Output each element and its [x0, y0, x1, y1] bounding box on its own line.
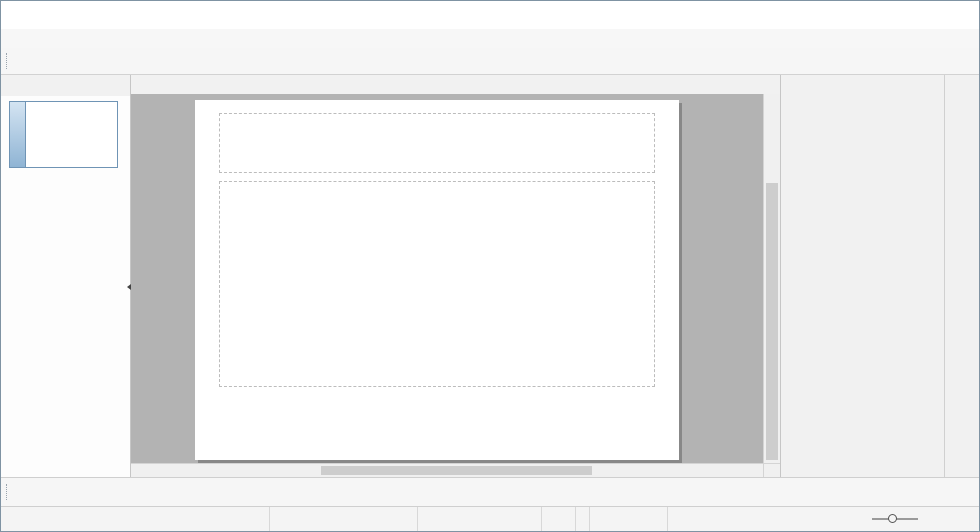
slide-page[interactable]	[195, 100, 679, 460]
horizontal-scroll-thumb[interactable]	[321, 466, 593, 475]
slide-canvas[interactable]	[131, 94, 763, 463]
sidebar-menu-icon[interactable]	[951, 78, 973, 94]
fit-slide-icon	[831, 512, 845, 526]
size-icon	[424, 512, 438, 526]
main-area	[1, 75, 979, 477]
toolbar-grip[interactable]	[6, 53, 10, 69]
body-placeholder[interactable]	[219, 181, 655, 387]
cursor-position-status[interactable]	[269, 507, 417, 531]
slide-number	[10, 102, 25, 167]
position-icon	[276, 512, 290, 526]
zoom-in-icon[interactable]	[923, 512, 933, 526]
object-size-status[interactable]	[417, 507, 541, 531]
slide-thumbnail[interactable]	[9, 101, 118, 168]
scroll-down-icon[interactable]	[763, 464, 780, 477]
close-icon[interactable]	[923, 80, 936, 93]
properties-deck	[781, 75, 945, 477]
titlebar[interactable]	[1, 1, 979, 29]
zoom-slider[interactable]	[855, 507, 935, 531]
slides-panel-header	[1, 75, 130, 96]
fit-slide-button[interactable]	[829, 507, 855, 531]
slide-count-status[interactable]	[589, 507, 667, 531]
close-icon[interactable]	[111, 79, 124, 92]
workspace	[131, 75, 780, 477]
slide-thumbnail-list	[1, 96, 130, 477]
scroll-up-icon[interactable]	[764, 94, 780, 108]
vertical-scrollbar[interactable]	[763, 94, 780, 463]
title-placeholder[interactable]	[219, 113, 655, 173]
drawing-toolbar	[1, 477, 979, 506]
collapse-triangle-icon	[789, 102, 797, 110]
signature-status	[575, 507, 589, 531]
vertical-scroll-thumb[interactable]	[766, 183, 778, 460]
statusbar	[1, 506, 979, 531]
panel-collapse-handle[interactable]	[124, 276, 131, 298]
impress-app-icon	[9, 7, 25, 23]
layouts-section-header[interactable]	[781, 97, 944, 113]
scroll-left-icon[interactable]	[131, 464, 145, 477]
view-tabs	[131, 75, 780, 94]
sidebar-tabstrip	[945, 75, 979, 477]
slide-layout-status[interactable]	[667, 507, 829, 531]
toolbar-grip[interactable]	[6, 484, 10, 500]
slides-panel	[1, 75, 131, 477]
zoom-slider-track[interactable]	[872, 518, 918, 520]
sidebar	[780, 75, 979, 477]
scroll-right-icon[interactable]	[749, 464, 763, 477]
slide-thumbnail-page	[25, 102, 117, 167]
impress-window	[0, 0, 980, 532]
zoom-slider-thumb[interactable]	[888, 514, 897, 523]
layout-grid	[781, 113, 944, 119]
properties-deck-header	[781, 75, 944, 97]
modified-icon	[548, 512, 562, 526]
horizontal-scrollbar[interactable]	[131, 464, 763, 477]
menubar	[1, 29, 979, 48]
standard-toolbar	[1, 48, 979, 75]
document-modified-status[interactable]	[541, 507, 575, 531]
zoom-out-icon[interactable]	[857, 512, 867, 526]
status-hint-area	[1, 507, 269, 531]
zoom-level[interactable]	[935, 507, 979, 531]
